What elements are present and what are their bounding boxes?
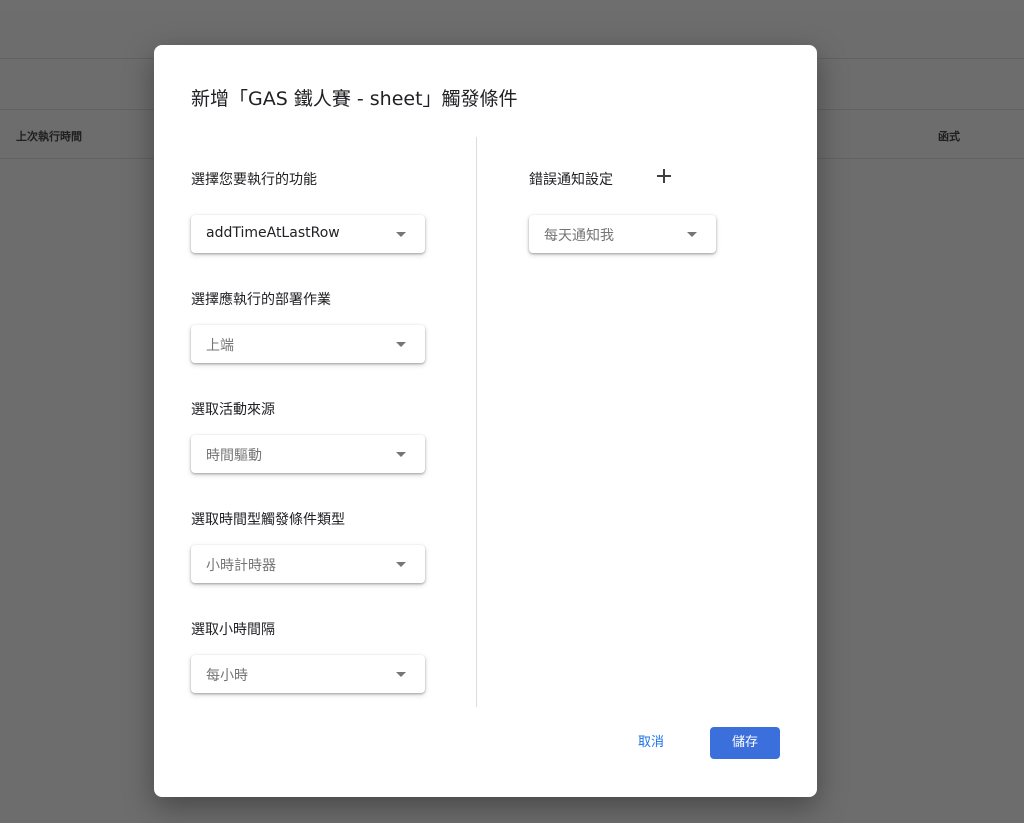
chevron-down-icon [396, 452, 406, 457]
column-header-function: 函式 [938, 130, 960, 143]
dialog-title: 新增「GAS 鐵人賽 - sheet」觸發條件 [191, 88, 518, 110]
event-source-label: 選取活動來源 [191, 402, 275, 418]
chevron-down-icon [687, 232, 697, 237]
cancel-button[interactable]: 取消 [621, 727, 681, 759]
column-header-last-run: 上次執行時間 [16, 130, 82, 143]
add-trigger-dialog: 新增「GAS 鐵人賽 - sheet」觸發條件 選擇您要執行的功能 addTim… [154, 45, 817, 797]
save-button[interactable]: 儲存 [710, 727, 780, 759]
trigger-type-select[interactable]: 小時計時器 [191, 545, 425, 583]
error-notification-select[interactable]: 每天通知我 [529, 215, 716, 253]
function-select[interactable]: addTimeAtLastRow [191, 215, 425, 253]
event-source-select-value: 時間驅動 [206, 448, 262, 464]
function-label: 選擇您要執行的功能 [191, 172, 317, 188]
chevron-down-icon [396, 672, 406, 677]
plus-icon[interactable] [654, 166, 674, 186]
chevron-down-icon [396, 562, 406, 567]
chevron-down-icon [396, 342, 406, 347]
hour-interval-select-value: 每小時 [206, 668, 248, 684]
deployment-select[interactable]: 上端 [191, 325, 425, 363]
deployment-label: 選擇應執行的部署作業 [191, 292, 331, 308]
chevron-down-icon [396, 232, 406, 237]
trigger-type-label: 選取時間型觸發條件類型 [191, 512, 345, 528]
deployment-select-value: 上端 [206, 338, 234, 354]
error-notification-select-value: 每天通知我 [544, 228, 614, 244]
column-divider [476, 137, 477, 707]
trigger-type-select-value: 小時計時器 [206, 558, 276, 574]
error-notification-label: 錯誤通知設定 [529, 172, 613, 188]
hour-interval-label: 選取小時間隔 [191, 622, 275, 638]
function-select-value: addTimeAtLastRow [206, 225, 340, 241]
event-source-select[interactable]: 時間驅動 [191, 435, 425, 473]
hour-interval-select[interactable]: 每小時 [191, 655, 425, 693]
